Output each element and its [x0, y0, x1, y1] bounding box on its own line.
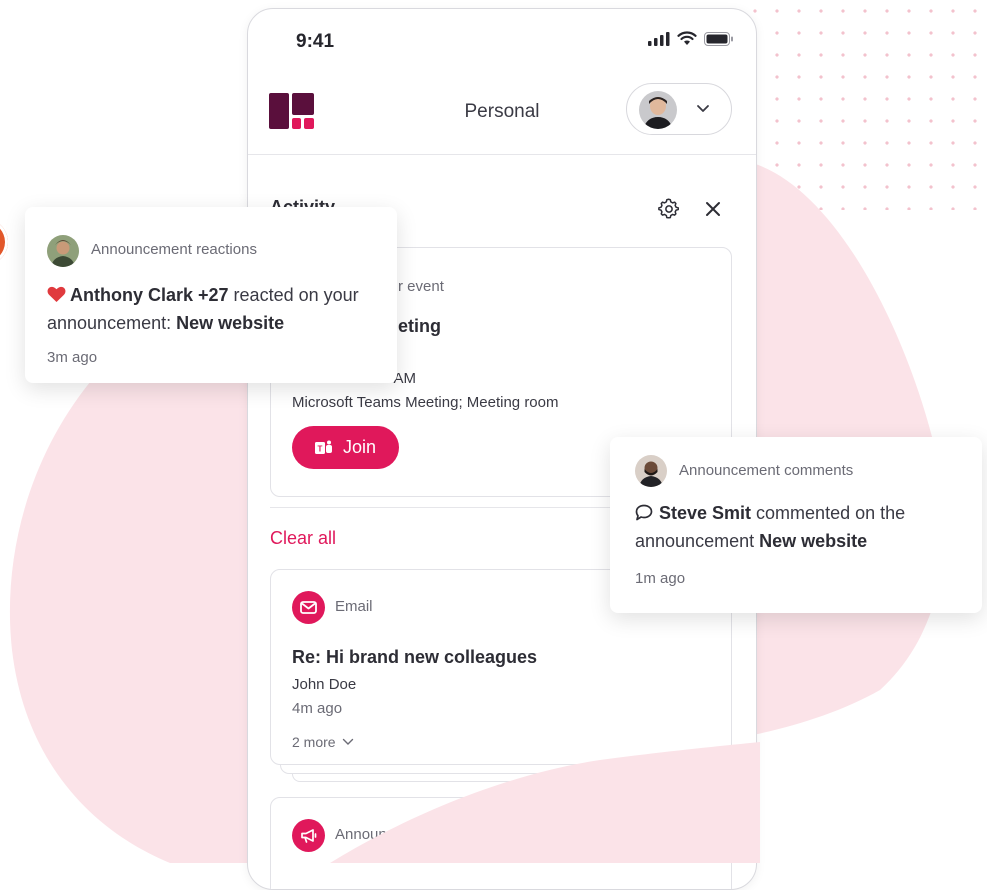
- notification-category: Announcement reactions: [91, 241, 257, 258]
- notification-category: Announcement comments: [679, 462, 854, 479]
- notification-actor: Anthony Clark +27: [70, 285, 229, 305]
- teams-icon: T: [314, 440, 332, 454]
- avatar: [635, 455, 667, 487]
- svg-text:T: T: [318, 444, 323, 453]
- profile-switcher-button[interactable]: [626, 83, 732, 135]
- email-icon: [292, 591, 325, 624]
- notification-actor: Steve Smit: [659, 503, 752, 523]
- clear-all-link[interactable]: Clear all: [270, 528, 336, 549]
- comment-bubble-icon: [635, 504, 653, 521]
- email-timestamp: 4m ago: [292, 700, 343, 717]
- announcements-card[interactable]: Announcements: [270, 797, 732, 889]
- avatar: [639, 91, 677, 129]
- notification-object: New website: [176, 313, 285, 333]
- event-location: Microsoft Teams Meeting; Meeting room: [292, 394, 559, 411]
- comment-notification-toast[interactable]: Announcement comments Steve Smit comment…: [610, 437, 982, 613]
- avatar: [47, 235, 79, 267]
- heart-icon: [47, 286, 66, 303]
- signal-icon: [648, 31, 670, 46]
- notification-body: Anthony Clark +27 reacted on your announ…: [47, 281, 377, 337]
- chevron-down-icon: [342, 738, 353, 745]
- notification-timestamp: 3m ago: [47, 349, 98, 366]
- expand-more-button[interactable]: 2 more: [292, 734, 354, 750]
- announcements-type-label: Announcements: [335, 826, 444, 843]
- event-type-label: r event: [398, 278, 444, 295]
- email-sender: John Doe: [292, 676, 357, 693]
- status-time: 9:41: [296, 31, 335, 52]
- notification-object: New website: [759, 531, 868, 551]
- join-meeting-button[interactable]: T Join: [292, 426, 399, 469]
- gear-icon[interactable]: [658, 198, 680, 220]
- event-title: eting: [398, 316, 441, 336]
- stacked-card-shadow: [292, 774, 710, 782]
- battery-icon: [704, 31, 733, 46]
- wifi-icon: [677, 31, 697, 45]
- status-icons: [648, 31, 734, 46]
- close-icon[interactable]: [704, 200, 722, 218]
- megaphone-icon: [292, 819, 325, 852]
- chevron-down-icon: [697, 105, 709, 112]
- email-type-label: Email: [335, 598, 373, 615]
- email-subject: Re: Hi brand new colleagues: [292, 647, 538, 667]
- more-label: 2 more: [292, 734, 336, 750]
- header-divider: [248, 154, 756, 155]
- notification-timestamp: 1m ago: [635, 570, 686, 587]
- reaction-notification-toast[interactable]: Announcement reactions Anthony Clark +27…: [25, 207, 397, 383]
- stacked-card-shadow: [280, 765, 722, 774]
- join-label: Join: [342, 437, 377, 457]
- notification-body: Steve Smit commented on the announcement…: [635, 499, 965, 555]
